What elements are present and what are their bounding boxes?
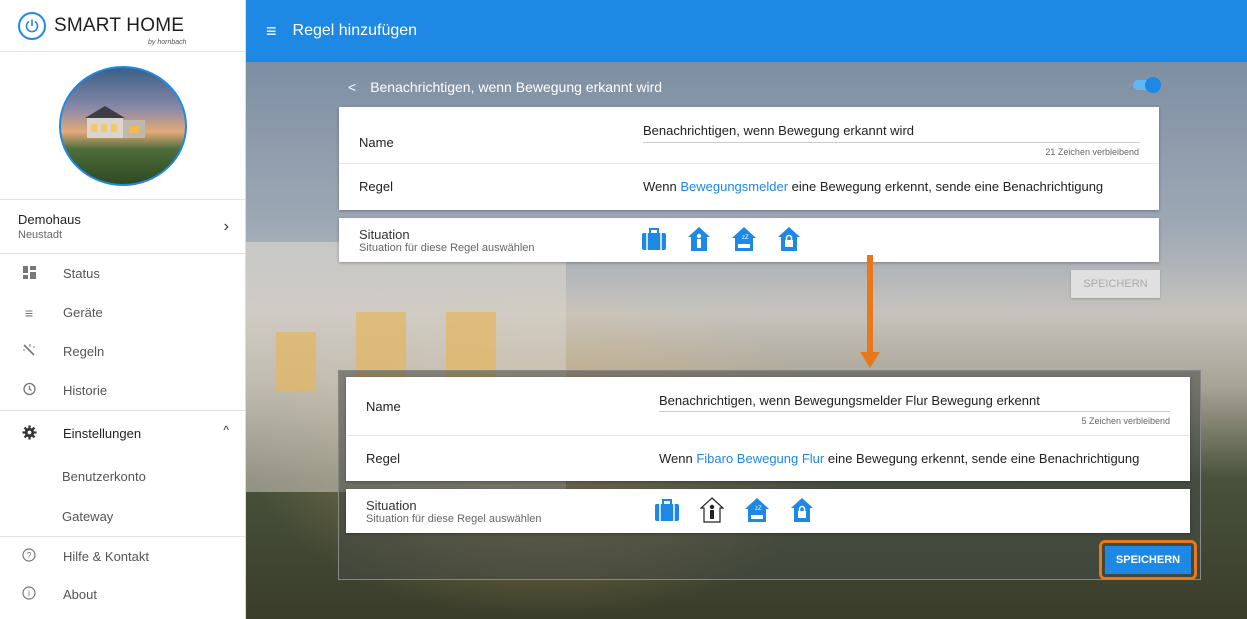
person-home-icon[interactable]	[700, 497, 724, 523]
lock-home-icon[interactable]	[777, 226, 801, 252]
situation-hint: Situation für diese Regel auswählen	[359, 242, 535, 254]
app-header: ≡ Regel hinzufügen	[246, 0, 1247, 62]
rule-form-card: Name Benachrichtigen, wenn Bewegung erka…	[339, 107, 1159, 210]
sidebar-item-label: Hilfe & Kontakt	[63, 548, 149, 564]
home-name: Demohaus	[18, 212, 81, 227]
sidebar-item-geraete[interactable]: ≡ Geräte	[0, 293, 245, 332]
situation-icons: zZ	[641, 226, 821, 252]
sidebar-item-hilfe[interactable]: ? Hilfe & Kontakt	[0, 536, 245, 575]
sidebar-item-status[interactable]: Status	[0, 254, 245, 293]
sidebar-item-benutzerkonto[interactable]: Benutzerkonto	[0, 456, 245, 496]
rule-label: Regel	[366, 451, 400, 466]
history-icon	[20, 382, 38, 399]
situation-text: Situation Situation für diese Regel ausw…	[366, 498, 542, 525]
person-home-icon[interactable]	[687, 226, 711, 252]
sidebar-item-about[interactable]: i About	[0, 575, 245, 614]
brand-name: SMART HOME	[54, 14, 185, 36]
char-counter: 21 Zeichen verbleibend	[1045, 147, 1139, 157]
svg-text:?: ?	[26, 550, 31, 560]
sleep-home-icon[interactable]: zZ	[744, 497, 770, 523]
rule-suffix: eine Bewegung erkennt, sende eine Benach…	[824, 451, 1140, 466]
divider	[339, 163, 1159, 164]
sidebar-item-historie[interactable]: Historie	[0, 371, 245, 410]
rule-prefix: Wenn	[659, 451, 697, 466]
gear-icon	[20, 424, 38, 443]
situation-label: Situation	[359, 227, 410, 242]
divider	[346, 435, 1190, 436]
sidebar-nav: Status ≡ Geräte Regeln Historie Einstell…	[0, 254, 245, 614]
arrow-down-icon	[860, 352, 880, 368]
help-icon: ?	[20, 547, 38, 565]
toggle-knob	[1145, 77, 1161, 93]
sidebar-item-label: Historie	[63, 383, 108, 398]
svg-text:zZ: zZ	[755, 506, 762, 512]
suitcase-icon[interactable]	[641, 226, 667, 252]
home-avatar-wrap	[0, 52, 245, 200]
rule-text: Wenn Fibaro Bewegung Flur eine Bewegung …	[659, 451, 1139, 466]
name-label: Name	[359, 135, 394, 150]
svg-text:i: i	[28, 589, 30, 599]
rule-title: Benachrichtigen, wenn Bewegung erkannt w…	[370, 79, 663, 95]
list-icon: ≡	[24, 304, 34, 321]
name-input-underline	[643, 142, 1140, 143]
sidebar-item-label: Einstellungen	[63, 426, 142, 441]
situation-hint: Situation für diese Regel auswählen	[366, 513, 542, 525]
home-city: Neustadt	[18, 229, 63, 241]
save-button-disabled[interactable]: SPEICHERN	[1071, 270, 1160, 298]
sidebar-item-label: Status	[63, 266, 100, 281]
page-title: Regel hinzufügen	[292, 22, 418, 39]
sidebar-item-einstellungen[interactable]: Einstellungen ^	[0, 410, 245, 456]
svg-text:zZ: zZ	[742, 235, 749, 241]
name-input-underline	[659, 411, 1170, 412]
magic-wand-icon	[20, 343, 38, 360]
name-label: Name	[366, 399, 401, 414]
sidebar: SMART HOME by hornbach Demohaus Neustadt…	[0, 0, 246, 619]
background-window	[276, 332, 316, 392]
power-icon	[18, 11, 46, 40]
name-input[interactable]: Benachrichtigen, wenn Bewegung erkannt w…	[643, 123, 914, 138]
arrow-shaft	[867, 255, 873, 355]
menu-icon[interactable]: ≡	[266, 21, 277, 42]
save-button[interactable]: SPEICHERN	[1105, 546, 1191, 574]
device-link[interactable]: Bewegungsmelder	[680, 179, 788, 194]
lock-home-icon[interactable]	[790, 497, 814, 523]
sidebar-item-label: Regeln	[63, 344, 105, 359]
device-link[interactable]: Fibaro Bewegung Flur	[696, 451, 824, 466]
rule-label: Regel	[359, 179, 393, 194]
back-button[interactable]: <	[348, 79, 356, 95]
situation-text: Situation Situation für diese Regel ausw…	[359, 227, 535, 254]
rule-suffix: eine Bewegung erkennt, sende eine Benach…	[788, 179, 1104, 194]
sidebar-item-regeln[interactable]: Regeln	[0, 332, 245, 371]
brand-sub: by hornbach	[148, 39, 187, 46]
home-selector[interactable]: Demohaus Neustadt ›	[0, 200, 245, 254]
dashboard-icon	[20, 265, 38, 282]
situation-card: Situation Situation für diese Regel ausw…	[339, 218, 1159, 262]
rule-enabled-toggle[interactable]	[1133, 77, 1161, 93]
situation-label: Situation	[366, 498, 417, 513]
sidebar-item-label: About	[63, 587, 97, 602]
chevron-right-icon: ›	[223, 218, 229, 235]
brand-logo[interactable]: SMART HOME by hornbach	[0, 0, 245, 52]
avatar[interactable]	[58, 65, 187, 186]
situation-icons: zZ	[654, 497, 834, 523]
rule-prefix: Wenn	[643, 179, 681, 194]
suitcase-icon[interactable]	[654, 497, 680, 523]
situation-card-zoom: Situation Situation für diese Regel ausw…	[346, 489, 1190, 533]
info-icon: i	[20, 586, 38, 603]
rule-header: < Benachrichtigen, wenn Bewegung erkannt…	[346, 74, 1156, 100]
rule-form-card-zoom: Name Benachrichtigen, wenn Bewegungsmeld…	[346, 377, 1190, 481]
sidebar-item-label: Geräte	[63, 305, 103, 320]
name-input[interactable]: Benachrichtigen, wenn Bewegungsmelder Fl…	[659, 393, 1040, 408]
rule-text: Wenn Bewegungsmelder eine Bewegung erken…	[643, 179, 1103, 194]
char-counter: 5 Zeichen verbleibend	[1081, 416, 1170, 426]
sidebar-item-gateway[interactable]: Gateway	[0, 496, 245, 536]
sleep-home-icon[interactable]: zZ	[731, 226, 757, 252]
chevron-up-icon: ^	[223, 423, 229, 437]
